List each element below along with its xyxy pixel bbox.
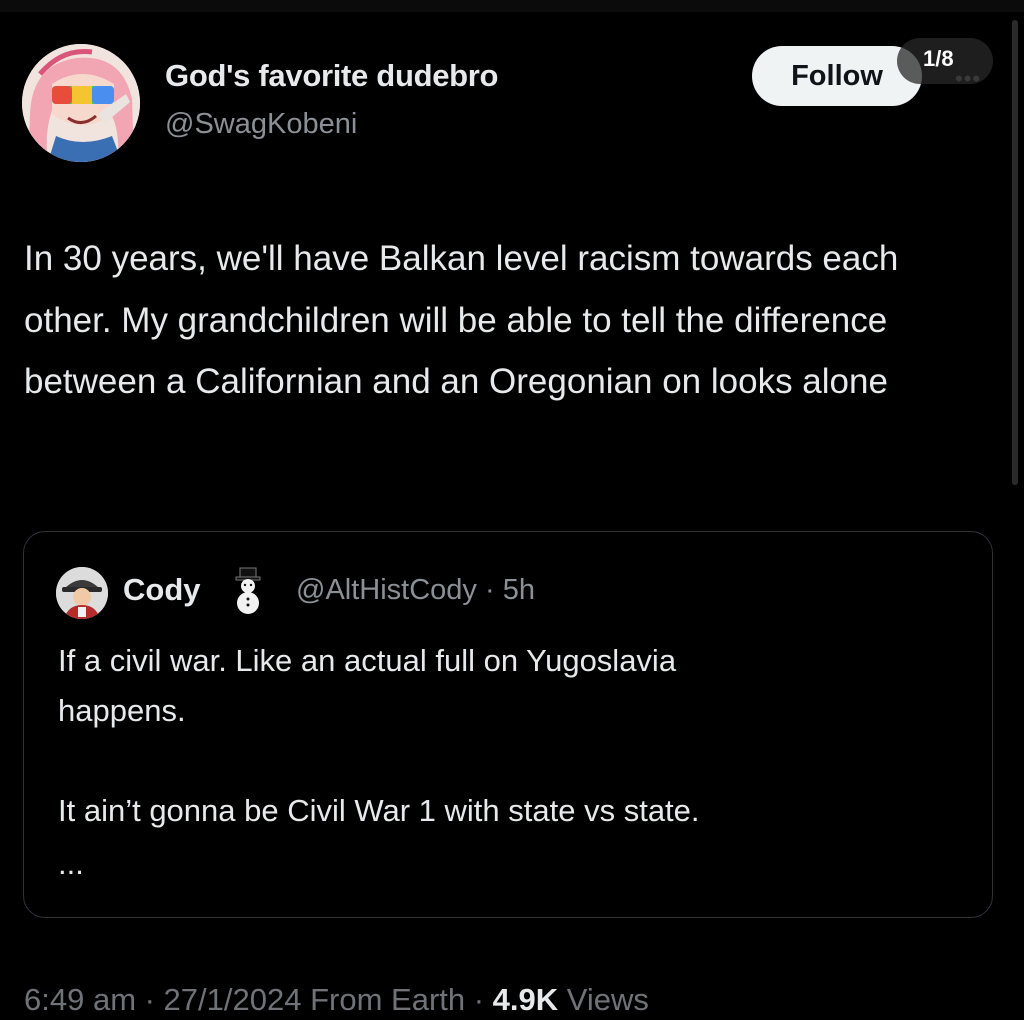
quoted-author-handle-time[interactable]: @AltHistCody · 5h — [296, 574, 535, 607]
tweet-text: In 30 years, we'll have Balkan level rac… — [24, 239, 899, 401]
views-label: Views — [558, 982, 649, 1017]
author-avatar-image — [22, 44, 140, 162]
tweet-timestamp[interactable]: 6:49 am · 27/1/2024 From Earth · — [24, 982, 493, 1017]
tweet-meta: 6:49 am · 27/1/2024 From Earth · 4.9K Vi… — [24, 982, 649, 1018]
quoted-tweet-text: If a civil war. Like an actual full on Y… — [58, 643, 700, 828]
quoted-avatar-image — [56, 567, 108, 619]
more-options-icon[interactable]: ••• — [955, 66, 981, 92]
author-avatar[interactable] — [22, 44, 140, 162]
quoted-tweet-card[interactable]: Cody @AltHistCody · 5h If a civil war. L… — [23, 531, 993, 918]
quoted-tweet-ellipsis: ... — [58, 846, 84, 881]
views-count: 4.9K — [492, 982, 559, 1017]
scrollbar-thumb[interactable] — [1012, 20, 1018, 485]
top-bar — [0, 0, 1024, 12]
snowman-icon — [230, 566, 266, 616]
quoted-author-name[interactable]: Cody — [123, 572, 201, 608]
follow-button[interactable]: Follow — [752, 46, 922, 106]
author-handle[interactable]: @SwagKobeni — [165, 108, 357, 141]
quoted-author-avatar[interactable] — [56, 567, 108, 619]
scrollbar[interactable] — [1008, 0, 1024, 1020]
author-display-name[interactable]: God's favorite dudebro — [165, 58, 499, 94]
page-indicator-label: 1/8 — [923, 46, 954, 71]
